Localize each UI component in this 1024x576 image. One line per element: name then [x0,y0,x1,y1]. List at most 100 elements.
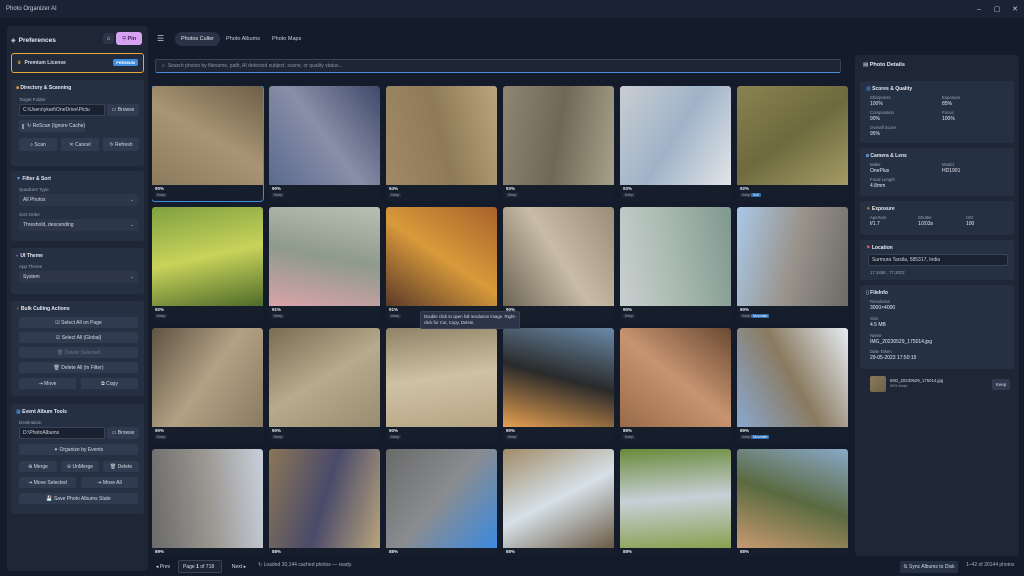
sort-dropdown[interactable]: Threshold, descending ⌄ [19,219,138,231]
sharpness-value: 100% [870,101,883,107]
photo-thumbnail [620,86,731,185]
theme-dropdown[interactable]: System ⌄ [19,271,138,283]
photo-tile[interactable]: 93% Keep [503,86,614,201]
photo-thumbnail [737,207,848,306]
premium-license: ♛ Premium License PREMIUM [11,53,144,73]
photo-caption: 92% Keep [152,306,263,322]
quadrant-dropdown[interactable]: All Photos ⌄ [19,194,138,206]
checkbox[interactable] [22,123,24,129]
photo-tile[interactable]: 88%Keep [620,449,731,556]
move-button[interactable]: ⇥ Move [19,378,76,389]
refresh-icon: ↻ [109,141,114,148]
move-selected-button[interactable]: ⇥ Move Selected [19,477,76,488]
photo-tile[interactable]: 93% Keep [620,86,731,201]
refresh-icon: ↻ [258,562,263,568]
hamburger-menu-icon[interactable]: ☰ [157,34,164,43]
photo-tile[interactable]: 90%Keep [620,207,731,322]
pin-icon: ⚑ [866,245,871,251]
photo-caption: 90% Keep Mountain [737,306,848,322]
photo-tile[interactable]: 90%Keep [386,328,497,443]
sync-button[interactable]: ⇅ Sync Albums to Disk [900,561,958,573]
photo-tile[interactable]: 88%Keep [503,449,614,556]
pin-icon: ⚲ [121,35,126,42]
photo-score: 88% [623,549,633,554]
exposure-value: 85% [942,101,953,107]
subject-badge: Mountain [751,435,770,439]
bolt-icon: ⚡ [16,306,20,312]
photo-tile[interactable]: 89%Keep [620,328,731,443]
home-icon[interactable]: ⌂ [103,33,114,44]
photo-tile[interactable]: 90%Keep [152,328,263,443]
photo-tile[interactable]: 90%Keep [269,86,380,201]
copy-button[interactable]: ⧉ Copy [81,378,138,389]
photo-caption: 90% Keep [152,427,263,443]
tab-photo-maps[interactable]: Photo Maps [266,32,307,46]
photo-score: 90% [272,428,282,433]
tooltip: Double click to open full resolution ima… [420,311,520,329]
keep-button[interactable]: Keep [992,379,1010,390]
photo-tile[interactable]: 90%Keep [269,328,380,443]
search-placeholder: Search photos by filename, path, AI dete… [167,63,343,69]
photo-score: 90% [740,307,750,312]
keep-badge: Keep [389,435,402,439]
quadrant-label: Quadrant Type [19,187,49,192]
photo-tile[interactable]: 92% Keep [152,207,263,322]
photo-tile[interactable]: 89%Keep [152,449,263,556]
photo-tile[interactable]: 89% Keep Mountain [737,328,848,443]
focal-value: 4.8mm [870,183,886,189]
search-input[interactable]: ⌕ Search photos by filename, path, AI de… [155,59,841,73]
photo-tile[interactable]: 88%Keep [737,449,848,556]
photo-tile[interactable]: 92% Keep Soil [737,86,848,201]
event-delete-button[interactable]: 🗑 Delete [103,461,139,472]
save-state-button[interactable]: 💾 Save Photo Albums State [19,493,138,504]
select-page-button[interactable]: ☑ Select All on Page [19,317,138,328]
trash-icon: 🗑 [53,364,60,371]
refresh-button[interactable]: ↻ Refresh [103,138,139,151]
coords-text: 17.3456 , 77.3022 [870,270,905,275]
browse-button[interactable]: ▭ Browse [107,104,139,116]
target-folder-field[interactable]: C:\Users\ykart\OneDrive\Pictu [19,104,105,116]
dest-browse-button[interactable]: ▭ Browse [107,427,139,439]
photo-thumbnail [152,86,263,185]
selected-thumb-row[interactable]: IMG_20230529_175014.jpg 90% Keep Keep [860,373,1014,395]
tab-photo-albums[interactable]: Photo Albums [220,32,266,46]
maximize-button[interactable]: ▢ [988,0,1006,18]
minimize-button[interactable]: – [970,0,988,18]
location-field[interactable]: Surmura Tarsila, 585317, India [868,254,1008,266]
close-button[interactable]: ✕ [1006,0,1024,18]
select-global-button[interactable]: ☑ Select All (Global) [19,332,138,343]
chevron-down-icon: ⌄ [129,197,134,203]
subject-badge: Mountain [751,314,770,318]
exposure-label: Exposure [942,95,961,100]
photo-tile[interactable]: 91% Keep [269,207,380,322]
prev-button[interactable]: ◂ Prev [152,560,174,573]
photo-tile[interactable]: 90%Keep [503,207,614,322]
photo-tile[interactable]: 94% Keep [386,86,497,201]
cancel-button[interactable]: ✕ Cancel [61,138,99,151]
photo-tile[interactable]: 90%Keep [503,328,614,443]
search-icon: ⌕ [162,63,165,69]
unmerge-button[interactable]: ⊖ UnMerge [61,461,99,472]
bottom-bar: ◂ Prev Page 1 of 718 Next ▸ ↻ Loaded 30,… [148,558,1024,576]
photo-thumbnail [620,328,731,427]
scan-button[interactable]: ⌕ Scan [19,138,57,151]
delete-selected-button[interactable]: 🗑 Delete Selected [19,347,138,358]
photo-tile[interactable]: 90%Keep [152,86,264,202]
move-all-button[interactable]: ⇥ Move All [81,477,138,488]
photo-score: 91% [272,307,282,312]
folder-icon: ▭ [111,430,117,436]
next-button[interactable]: Next ▸ [228,560,250,573]
rescan-button[interactable]: ↻ ReScan (Ignore Cache) [19,120,85,132]
page-field[interactable]: Page 1 of 718 [178,560,222,573]
tab-photos-culler[interactable]: Photos Culler [175,32,221,46]
organize-button[interactable]: ✦ Organize by Events [19,444,138,455]
photo-tile[interactable]: 90% Keep Mountain [737,207,848,322]
delete-all-button[interactable]: 🗑 Delete All (in Filter) [19,362,138,373]
pin-button[interactable]: ⚲ Pin [116,32,142,45]
photo-tile[interactable]: 91% Keep [386,207,497,322]
photo-tile[interactable]: 88%Keep [386,449,497,556]
keep-badge: Keep [155,314,168,318]
destination-field[interactable]: D:\PhotoAlbums [19,427,105,439]
photo-tile[interactable]: 88%Keep [269,449,380,556]
merge-button[interactable]: ⊕ Merge [19,461,57,472]
